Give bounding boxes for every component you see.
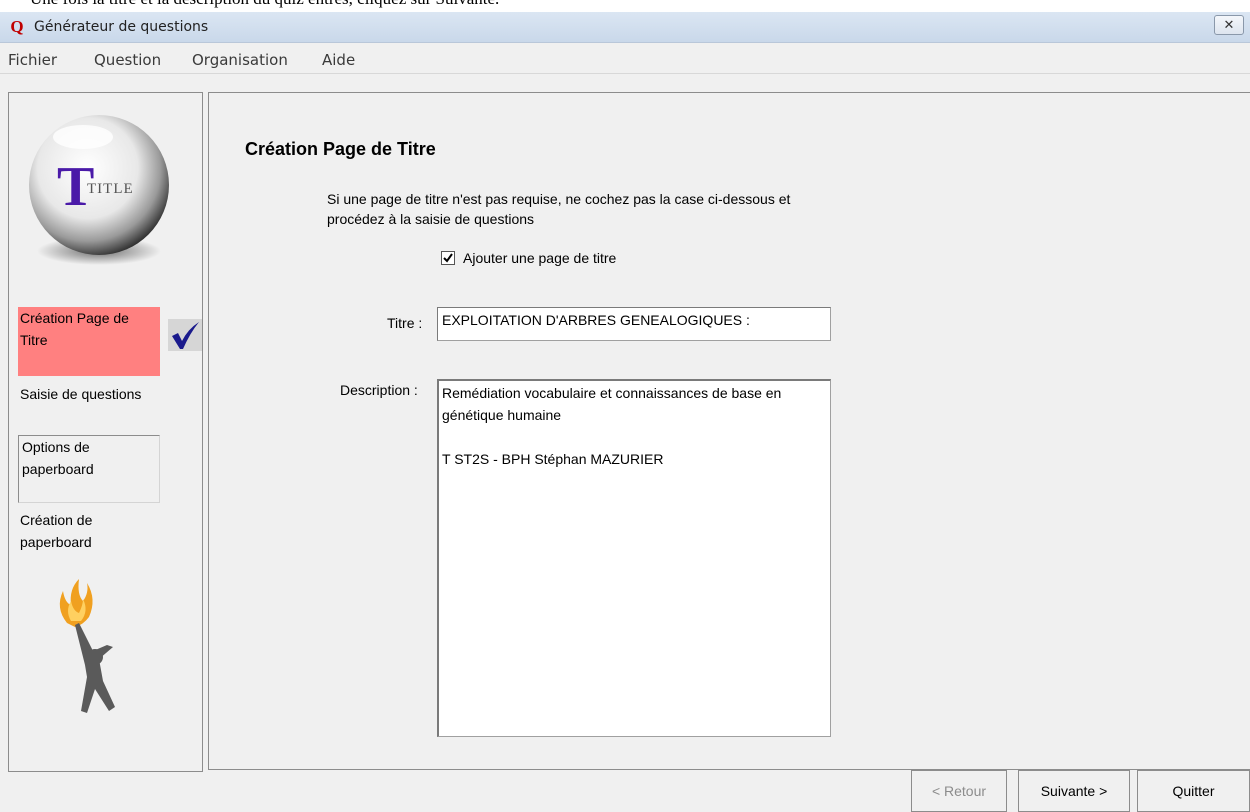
menu-aide[interactable]: Aide: [322, 51, 355, 69]
step-complete-indicator: [168, 319, 202, 351]
menu-fichier[interactable]: Fichier: [8, 51, 57, 69]
close-button[interactable]: ✕: [1214, 15, 1244, 35]
wizard-client-area: T TITLE Création Page de Titre Saisie de…: [0, 74, 1250, 812]
step-creation-paperboard[interactable]: Création de paperboard: [18, 509, 160, 557]
instruction-text: Si une page de titre n'est pas requise, …: [327, 191, 791, 227]
check-mark-icon: [443, 253, 453, 263]
window-title: Générateur de questions: [34, 19, 209, 35]
document-text-fragment: Une fois la titre et la description du q…: [0, 0, 1250, 12]
back-button[interactable]: < Retour: [911, 770, 1007, 812]
titre-input[interactable]: EXPLOITATION D'ARBRES GENEALOGIQUES :: [437, 307, 831, 341]
steps-sidebar: T TITLE Création Page de Titre Saisie de…: [8, 92, 203, 772]
checkmark-icon: [172, 322, 199, 349]
titre-label: Titre :: [387, 315, 423, 331]
description-label: Description :: [340, 382, 418, 398]
page-title: Création Page de Titre: [245, 139, 436, 159]
menu-bar: Fichier Question Organisation Aide: [0, 43, 1250, 74]
description-textarea[interactable]: Remédiation vocabulaire et connaissances…: [437, 379, 831, 737]
add-title-label: Ajouter une page de titre: [463, 250, 617, 266]
logo-text: TITLE: [87, 181, 134, 197]
title-bar: Q Générateur de questions ✕: [0, 12, 1250, 43]
torch-figure-icon: [59, 579, 115, 713]
menu-organisation[interactable]: Organisation: [192, 51, 288, 69]
add-title-checkbox[interactable]: [441, 251, 455, 265]
title-logo-icon: T TITLE: [29, 115, 169, 265]
quit-button[interactable]: Quitter: [1137, 770, 1250, 812]
add-title-checkbox-row[interactable]: Ajouter une page de titre: [441, 250, 616, 266]
close-icon: ✕: [1223, 17, 1235, 32]
menu-question[interactable]: Question: [94, 51, 161, 69]
main-content-panel: Création Page de Titre Si une page de ti…: [208, 92, 1250, 770]
step-saisie-questions[interactable]: Saisie de questions: [18, 383, 160, 431]
next-button[interactable]: Suivante >: [1018, 770, 1130, 812]
step-options-paperboard[interactable]: Options de paperboard: [18, 435, 160, 503]
app-icon: Q: [10, 17, 24, 36]
step-creation-page-titre[interactable]: Création Page de Titre: [18, 307, 160, 376]
